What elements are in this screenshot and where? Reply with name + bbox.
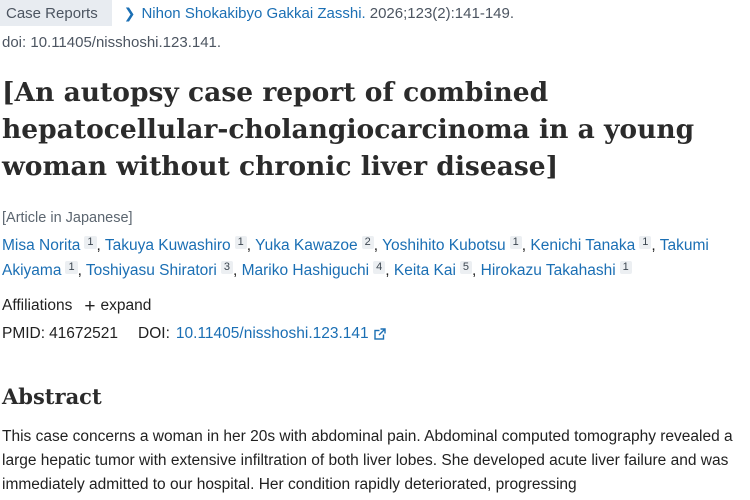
- affiliation-badge[interactable]: 1: [65, 261, 78, 274]
- expand-affiliations-button[interactable]: + expand: [84, 295, 152, 317]
- affiliation-badge[interactable]: 1: [639, 236, 652, 249]
- journal-issue: 2026;123(2):141-149.: [369, 4, 515, 22]
- external-link-icon: [373, 328, 386, 340]
- journal-link[interactable]: Nihon Shokakibyo Gakkai Zasshi.: [141, 5, 365, 22]
- author-link[interactable]: Yoshihito Kubotsu: [382, 237, 506, 254]
- author-link[interactable]: Toshiyasu Shiratori: [86, 262, 217, 279]
- doi-label: DOI:: [138, 325, 170, 342]
- author-link[interactable]: Misa Norita: [2, 237, 80, 254]
- affiliation-badge[interactable]: 4: [373, 261, 386, 274]
- affiliation-badge[interactable]: 1: [509, 236, 522, 249]
- affiliation-badge[interactable]: 1: [619, 261, 632, 274]
- pmid-value: 41672521: [49, 325, 119, 342]
- doi-value: 10.11405/nisshoshi.123.141: [175, 325, 369, 342]
- expand-label: expand: [100, 297, 152, 314]
- author-item: Yuka Kawazoe 2,: [255, 236, 379, 254]
- author-item: Toshiyasu Shiratori 3,: [85, 261, 238, 279]
- author-link[interactable]: Kenichi Tanaka: [530, 237, 635, 254]
- author-item: Kenichi Tanaka 1,: [530, 236, 656, 254]
- author-link[interactable]: Takuya Kuwashiro: [105, 237, 231, 254]
- plus-icon: +: [84, 295, 96, 317]
- doi-link[interactable]: 10.11405/nisshoshi.123.141: [176, 325, 386, 343]
- affiliation-badge[interactable]: 1: [84, 236, 97, 249]
- affiliation-badge[interactable]: 1: [234, 236, 247, 249]
- doi-line: doi: 10.11405/nisshoshi.123.141.: [2, 34, 222, 51]
- author-list: Misa Norita 1, Takuya Kuwashiro 1, Yuka Ka…: [2, 233, 747, 283]
- affiliation-badge[interactable]: 5: [459, 261, 473, 274]
- chevron-right-icon: ❯: [123, 4, 136, 21]
- affiliations-label: Affiliations: [2, 297, 73, 314]
- abstract-text: This case concerns a woman in her 20s wi…: [2, 428, 733, 493]
- author-link[interactable]: Yuka Kawazoe: [255, 237, 358, 254]
- identifiers-row: PMID: 41672521 DOI: 10.11405/nisshoshi.1…: [2, 325, 386, 343]
- affiliation-badge[interactable]: 3: [220, 261, 233, 274]
- author-item: Misa Norita 1,: [2, 236, 101, 254]
- author-item: Keita Kai 5,: [393, 261, 477, 279]
- author-link[interactable]: Hirokazu Takahashi: [481, 262, 616, 279]
- article-type-tag[interactable]: Case Reports: [0, 0, 112, 26]
- author-item: Mariko Hashiguchi 4,: [241, 261, 390, 279]
- article-title: [An autopsy case report of combined hepa…: [2, 77, 695, 182]
- citation-header: Case Reports ❯ Nihon Shokakibyo Gakkai Z…: [0, 0, 514, 26]
- author-link[interactable]: Mariko Hashiguchi: [242, 262, 370, 279]
- author-item: Takuya Kuwashiro 1,: [104, 236, 252, 254]
- author-link[interactable]: Keita Kai: [394, 262, 456, 279]
- affiliation-badge[interactable]: 2: [361, 236, 374, 249]
- language-note: [Article in Japanese]: [2, 210, 133, 226]
- journal-citation: ❯ Nihon Shokakibyo Gakkai Zasshi. 2026;1…: [124, 5, 514, 22]
- author-item: Yoshihito Kubotsu 1,: [382, 236, 527, 254]
- affiliations-row: Affiliations + expand: [2, 295, 152, 317]
- pmid-label: PMID:: [2, 325, 46, 342]
- abstract-heading: Abstract: [2, 384, 102, 409]
- author-item: Hirokazu Takahashi 1: [481, 261, 632, 279]
